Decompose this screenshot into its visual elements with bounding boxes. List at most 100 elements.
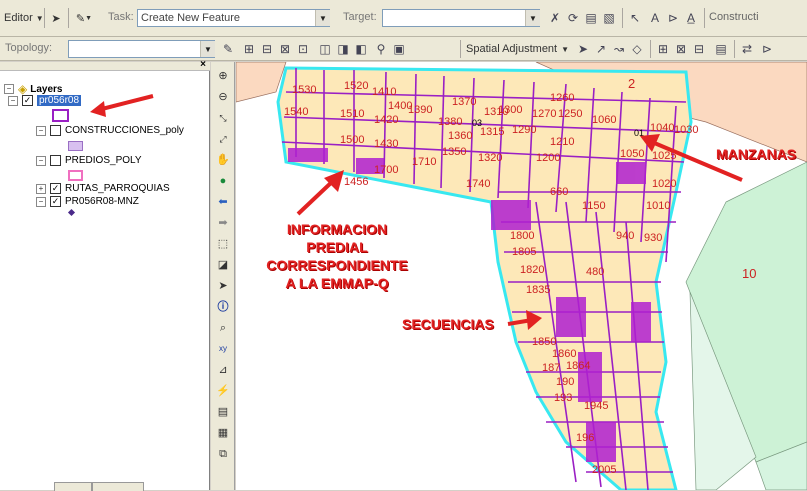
topology-shared-icon[interactable]: ⚲ bbox=[374, 42, 388, 56]
layer-name[interactable]: CONSTRUCCIONES_poly bbox=[65, 125, 184, 136]
layers-stack-icon: ◈ bbox=[18, 82, 28, 96]
map-topology-icon[interactable]: ✎ bbox=[221, 42, 235, 56]
link-table-icon[interactable]: ▤ bbox=[714, 42, 728, 56]
layer-row-predios[interactable]: − PREDIOS_POLY bbox=[36, 155, 142, 166]
zoom-out-icon[interactable]: ⊖ bbox=[215, 89, 231, 105]
chevron-down-icon[interactable]: ▼ bbox=[315, 10, 330, 26]
parcel-label: 1060 bbox=[592, 114, 617, 126]
view-adjustment-preview-icon[interactable]: ⇄ bbox=[740, 42, 754, 56]
parcel-label: 1456 bbox=[344, 176, 369, 188]
chevron-down-icon[interactable]: ▼ bbox=[200, 41, 215, 57]
layer-visibility-checkbox[interactable] bbox=[50, 125, 61, 136]
parcel-label: 1290 bbox=[512, 124, 537, 136]
chevron-down-icon[interactable]: ▼ bbox=[525, 10, 540, 26]
layer-visibility-checkbox[interactable]: ✓ bbox=[50, 196, 61, 207]
select-features-icon[interactable]: ⬚ bbox=[215, 236, 231, 252]
follow-feature-icon[interactable]: ⊳ bbox=[666, 11, 680, 25]
topology-node-icon[interactable]: ⊠ bbox=[278, 42, 292, 56]
measure-icon[interactable]: ⊿ bbox=[215, 362, 231, 378]
modify-link-icon[interactable]: ↝ bbox=[612, 42, 626, 56]
limited-adjustment-icon[interactable]: ⊠ bbox=[674, 42, 688, 56]
collapse-icon[interactable]: − bbox=[36, 155, 46, 166]
topology-edit-icon[interactable]: ⊞ bbox=[242, 42, 256, 56]
layer-name[interactable]: RUTAS_PARROQUIAS bbox=[65, 183, 170, 194]
topology-inspector-icon[interactable]: ◧ bbox=[354, 42, 368, 56]
forward-arrow-icon[interactable]: ➡ bbox=[215, 215, 231, 231]
topology-dropdown[interactable] bbox=[68, 40, 215, 58]
map-view[interactable]: 2 10 1530 1520 1410 1400 1390 1370 1380 … bbox=[236, 62, 807, 490]
find-binoculars-icon[interactable]: ⌕ bbox=[215, 320, 231, 336]
collapse-icon[interactable]: − bbox=[36, 125, 46, 136]
collapse-icon[interactable]: − bbox=[36, 196, 46, 207]
toc-root-row[interactable]: − ◈ Layers bbox=[4, 82, 62, 96]
fixed-zoom-in-icon[interactable]: ⤡ bbox=[215, 110, 231, 126]
parcel-label: 1270 bbox=[532, 108, 557, 120]
topology-error-icon[interactable]: ◨ bbox=[336, 42, 350, 56]
layer-row-construcciones[interactable]: − CONSTRUCCIONES_poly bbox=[36, 125, 184, 136]
layer-row-rutas[interactable]: + ✓ RUTAS_PARROQUIAS bbox=[36, 183, 170, 194]
new-displacement-link-icon[interactable]: ↗ bbox=[594, 42, 608, 56]
pan-hand-icon[interactable]: ✋ bbox=[215, 152, 231, 168]
parcel-label: 190 bbox=[556, 376, 575, 388]
topology-validate-icon[interactable]: ⊡ bbox=[296, 42, 310, 56]
clear-selection-icon[interactable]: ◪ bbox=[215, 257, 231, 273]
split-tool-icon[interactable]: ✗ bbox=[548, 11, 562, 25]
identity-link-icon[interactable]: ⊞ bbox=[656, 42, 670, 56]
layer-symbol-point bbox=[67, 208, 76, 217]
annotation-manzanas: MANZANAS bbox=[716, 146, 797, 162]
parcel-label: 1700 bbox=[374, 164, 399, 176]
task-dropdown[interactable]: Create New Feature bbox=[137, 9, 330, 27]
layer-visibility-checkbox[interactable] bbox=[50, 155, 61, 166]
attribute-transfer-icon[interactable]: ⊳ bbox=[760, 42, 774, 56]
editor-menu[interactable]: Editor ▼ bbox=[4, 10, 44, 26]
parcel-label: 1380 bbox=[438, 116, 463, 128]
stacked-text-icon[interactable]: A̲ bbox=[684, 11, 698, 25]
topology-errors-window-icon[interactable]: ▣ bbox=[392, 42, 406, 56]
expand-icon[interactable]: + bbox=[36, 183, 46, 194]
parcel-label: 1025 bbox=[652, 150, 677, 162]
layer-name[interactable]: PREDIOS_POLY bbox=[65, 155, 142, 166]
rotate-tool-icon[interactable]: ⟳ bbox=[566, 11, 580, 25]
topology-fix-icon[interactable]: ◫ bbox=[318, 42, 332, 56]
time-slider-icon[interactable]: ▦ bbox=[215, 425, 231, 441]
chevron-down-icon: ▼ bbox=[35, 13, 44, 23]
parcel-label: 187 bbox=[542, 362, 561, 374]
clear-links-icon[interactable]: ⊟ bbox=[692, 42, 706, 56]
select-elements-arrow-icon[interactable]: ➤ bbox=[576, 42, 590, 56]
collapse-icon[interactable]: − bbox=[4, 84, 14, 94]
layer-name[interactable]: pr056r08 bbox=[37, 95, 82, 106]
html-popup-icon[interactable]: ▤ bbox=[215, 404, 231, 420]
identify-icon[interactable]: ⓘ bbox=[215, 299, 231, 315]
layer-row-pr056r08[interactable]: − ✓ pr056r08 bbox=[8, 95, 82, 106]
annotation-tool-icon[interactable]: ↖ bbox=[628, 11, 642, 25]
layer-name[interactable]: PR056R08-MNZ bbox=[65, 196, 139, 207]
spatial-adjustment-menu[interactable]: Spatial Adjustment ▼ bbox=[466, 41, 569, 57]
attributes-icon[interactable]: ▤ bbox=[584, 11, 598, 25]
sketch-properties-icon[interactable]: ▧ bbox=[602, 11, 616, 25]
layer-visibility-checkbox[interactable]: ✓ bbox=[22, 95, 33, 106]
layer-visibility-checkbox[interactable]: ✓ bbox=[50, 183, 61, 194]
spatial-adjustment-label: Spatial Adjustment bbox=[466, 43, 558, 55]
fixed-zoom-out-icon[interactable]: ⤢ bbox=[215, 131, 231, 147]
editor-toolbar: Editor ▼ ➤ ✎ ▼ Task: Create New Feature ▼… bbox=[0, 0, 807, 37]
text-tool-icon[interactable]: A bbox=[648, 11, 662, 25]
parcel-label: 1390 bbox=[408, 104, 433, 116]
parcel-label: 1520 bbox=[344, 80, 369, 92]
layer-row-pr056r08-mnz[interactable]: − ✓ PR056R08-MNZ bbox=[36, 196, 139, 207]
topology-edge-icon[interactable]: ⊟ bbox=[260, 42, 274, 56]
create-viewer-icon[interactable]: ⧉ bbox=[215, 446, 231, 462]
parcel-label: 1300 bbox=[498, 104, 523, 116]
parcel-label: 1260 bbox=[550, 92, 575, 104]
go-to-xy-icon[interactable]: xy bbox=[215, 341, 231, 357]
hyperlink-icon[interactable]: ⚡ bbox=[215, 383, 231, 399]
sketch-tool-pencil-icon[interactable]: ✎ ▼ bbox=[72, 10, 96, 26]
target-dropdown[interactable] bbox=[382, 9, 540, 27]
full-extent-globe-icon[interactable]: ● bbox=[215, 173, 231, 189]
close-icon[interactable]: × bbox=[200, 59, 206, 70]
multi-displacement-icon[interactable]: ◇ bbox=[630, 42, 644, 56]
zoom-in-icon[interactable]: ⊕ bbox=[215, 68, 231, 84]
collapse-icon[interactable]: − bbox=[8, 95, 18, 106]
select-elements-arrow-icon[interactable]: ➤ bbox=[215, 278, 231, 294]
edit-tool-arrow-icon[interactable]: ➤ bbox=[48, 10, 64, 26]
back-arrow-icon[interactable]: ⬅ bbox=[215, 194, 231, 210]
